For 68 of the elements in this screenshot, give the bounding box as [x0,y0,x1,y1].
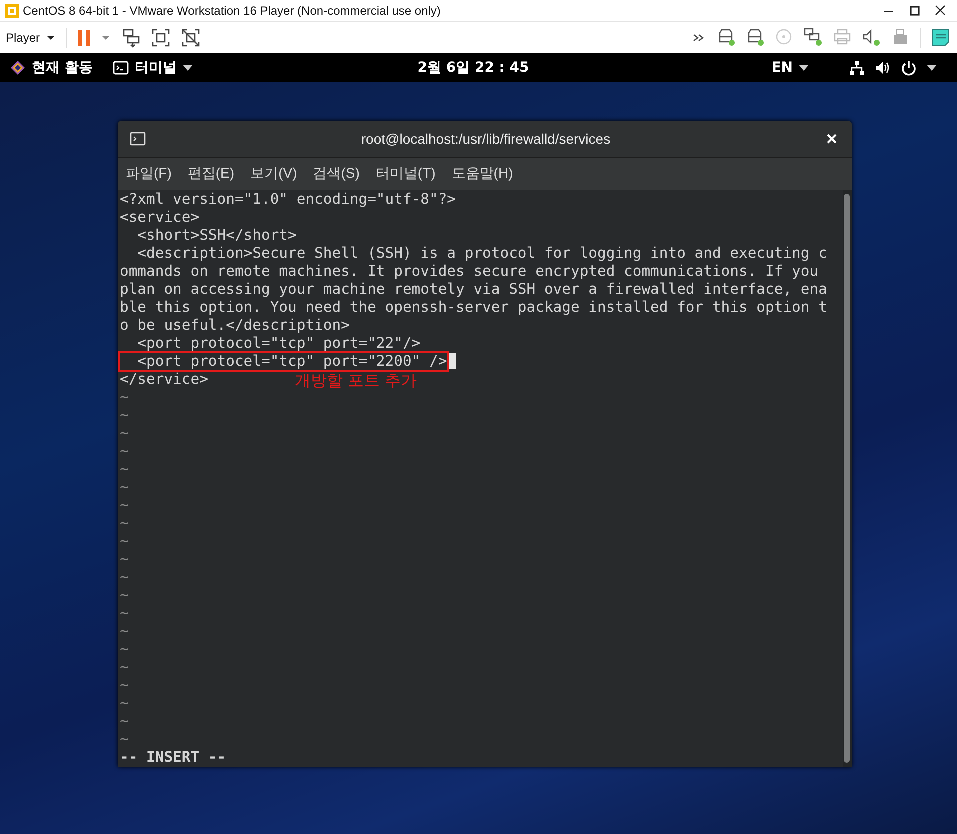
window-title: CentOS 8 64-bit 1 - VMware Workstation 16 Player (Non-commercial use only) [23,4,442,18]
caret-icon [182,64,193,70]
empty-line-marker: ~ [120,425,129,442]
empty-line-marker: ~ [120,731,129,748]
empty-line-marker: ~ [120,677,129,694]
network-adapter-icon[interactable] [804,28,823,47]
menu-item[interactable]: 파일(F) [126,165,172,183]
menu-item[interactable]: 검색(S) [313,165,360,183]
menu-item[interactable]: 보기(V) [250,165,298,183]
caret-icon [46,34,56,40]
caret-icon [798,64,809,70]
full-screen-icon[interactable] [151,28,172,48]
code-line: ble this option. You need the openssh-server package installed for this option t [120,299,828,316]
empty-line-marker: ~ [120,461,129,478]
empty-line-marker: ~ [120,623,129,640]
empty-line-marker: ~ [120,443,129,460]
empty-line-marker: ~ [120,695,129,712]
caret-icon[interactable] [101,34,112,40]
code-line: <service> [120,209,200,226]
empty-line-marker: ~ [120,569,129,586]
empty-line-marker: ~ [120,551,129,568]
code-line: ommands on remote machines. It provides secure encrypted communications. If you [120,263,819,280]
close-icon[interactable] [826,133,838,145]
code-line: o be useful.</description> [120,317,350,334]
unity-icon[interactable] [181,28,202,48]
power-icon [900,60,917,76]
empty-line-marker: ~ [120,515,129,532]
menu-item[interactable]: 도움말(H) [452,165,514,183]
code-line: <port protocol="tcp" port="22"/> [136,335,421,352]
empty-line-marker: ~ [120,587,129,604]
menu-item[interactable]: 터미널(T) [376,165,436,183]
terminal-icon [112,60,129,76]
send-keys-icon[interactable] [121,28,142,48]
code-line: <?xml version="1.0" encoding="utf-8"?> [120,191,456,208]
empty-line-marker: ~ [120,389,129,406]
empty-line-marker: ~ [120,605,129,622]
activities-button[interactable]: 현재 활동 [0,53,103,82]
clock-button[interactable]: 2월 6일 22 : 45 [408,53,540,82]
network-icon [848,60,865,76]
mode-indicator: -- INSERT -- [120,749,226,766]
empty-line-marker: ~ [120,641,129,658]
empty-line-marker: ~ [120,659,129,676]
empty-line-marker: ~ [120,497,129,514]
app-menu-button[interactable]: 터미널 [102,53,203,82]
speaker-icon[interactable] [862,28,881,47]
flower-logo-icon [10,60,26,76]
code-line: <description>Secure Shell (SSH) is a protocol for logging into and executing c [136,245,828,262]
scrollbar-thumb[interactable] [844,194,850,763]
empty-line-marker: ~ [120,533,129,550]
window-title: root@localhost:/usr/lib/firewalld/services [360,131,612,147]
player-menu-button[interactable]: Player [6,30,56,44]
terminal-icon [130,132,146,146]
code-line: </service> [120,371,208,388]
hard-disk-icon[interactable] [717,28,736,47]
pause-icon[interactable] [77,28,92,46]
empty-line-marker: ~ [120,479,129,496]
code-line: <port protocel="tcp" port="2200" /> [120,353,448,370]
code-line: plan on accessing your machine remotely via SSH over a firewalled interface, ena [120,281,828,298]
language-button[interactable]: EN [762,53,819,82]
hard-disk-icon[interactable] [746,28,765,47]
message-icon[interactable] [931,28,951,48]
empty-line-marker: ~ [120,407,129,424]
annotation-text: 개방할 포트 추가 [295,371,418,391]
volume-icon [874,60,891,76]
menu-item[interactable]: 편집(E) [188,165,235,183]
code-line: <short>SSH</short> [136,227,297,244]
caret-icon [926,64,937,70]
empty-line-marker: ~ [120,713,129,730]
